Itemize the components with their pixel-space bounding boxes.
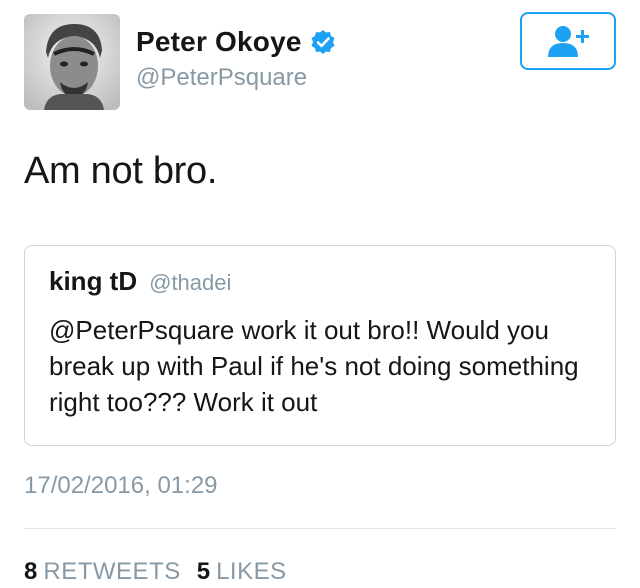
author-handle[interactable]: @PeterPsquare (136, 64, 336, 92)
display-name-row: Peter Okoye (136, 26, 336, 58)
tweet-header: Peter Okoye @PeterPsquare (0, 0, 640, 120)
author-names: Peter Okoye @PeterPsquare (136, 26, 336, 92)
tweet-text: Am not bro. (24, 150, 218, 192)
retweets-label: RETWEETS (43, 558, 181, 585)
verified-badge-icon (310, 29, 336, 55)
likes-label: LIKES (216, 558, 287, 585)
likes-stat[interactable]: 5 LIKES (197, 558, 287, 586)
likes-count: 5 (196, 558, 211, 585)
author-display-name[interactable]: Peter Okoye (136, 26, 302, 58)
quoted-handle: @thadei (149, 270, 232, 295)
follow-button[interactable] (520, 12, 616, 70)
author-avatar[interactable] (24, 14, 120, 110)
quoted-tweet-text: @PeterPsquare work it out bro!! Would yo… (49, 315, 579, 417)
quoted-display-name: king tD (49, 266, 138, 296)
tweet-timestamp[interactable]: 17/02/2016, 01:29 (24, 472, 218, 500)
quoted-tweet-header: king tD @thadei (49, 266, 231, 297)
stats-divider (24, 528, 616, 529)
retweets-stat[interactable]: 8 RETWEETS (24, 558, 181, 586)
quoted-tweet-card[interactable]: king tD @thadei @PeterPsquare work it ou… (24, 245, 616, 446)
add-user-icon (548, 26, 589, 57)
tweet-stats: 8 RETWEETS 5 LIKES (24, 558, 287, 586)
avatar-portrait-icon (24, 14, 120, 110)
retweets-count: 8 (24, 558, 38, 585)
